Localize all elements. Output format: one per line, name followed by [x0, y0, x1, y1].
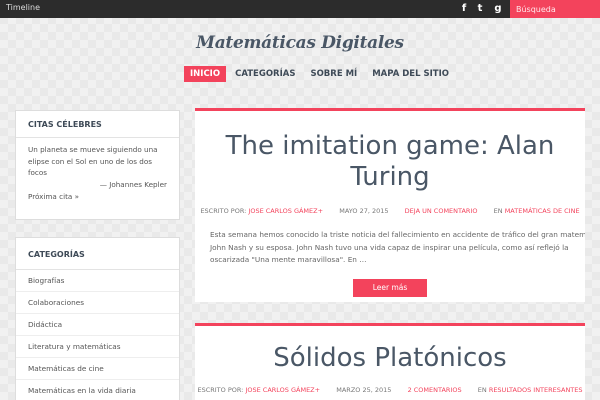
- nav-item-sobre-mi[interactable]: SOBRE MÍ: [304, 66, 363, 82]
- facebook-icon[interactable]: f: [456, 1, 472, 17]
- quote-author: — Johannes Kepler: [99, 179, 167, 189]
- post-category-link[interactable]: MATEMÁTICAS DE CINE: [505, 207, 580, 215]
- category-item[interactable]: Literatura y matemáticas: [16, 336, 179, 358]
- quotes-widget: CITAS CÉLEBRES Un planeta se mueve sigui…: [15, 110, 180, 220]
- excerpt-line: John Nash y su esposa. John Nash tuvo un…: [210, 242, 569, 252]
- category-item[interactable]: Biografías: [16, 270, 179, 292]
- post-author-link[interactable]: JOSE CARLOS GÁMEZ+: [248, 207, 323, 215]
- post-author-link[interactable]: JOSE CARLOS GÁMEZ+: [245, 386, 320, 394]
- categories-widget-title: CATEGORÍAS: [16, 238, 179, 270]
- site-title[interactable]: Matemáticas Digitales: [0, 33, 600, 53]
- nav-item-inicio[interactable]: INICIO: [184, 66, 227, 82]
- written-by-label: ESCRITO POR:: [200, 207, 247, 215]
- post-card: The imitation game: Alan Turing ESCRITO …: [195, 108, 585, 302]
- main-nav: INICIO CATEGORÍAS SOBRE MÍ MAPA DEL SITI…: [184, 66, 458, 82]
- category-item[interactable]: Matemáticas en la vida diaria: [16, 380, 179, 400]
- post-excerpt: Esta semana hemos conocido la triste not…: [195, 229, 585, 267]
- quotes-widget-title: CITAS CÉLEBRES: [16, 111, 179, 138]
- google-plus-icon[interactable]: g: [490, 1, 506, 17]
- search-input[interactable]: [510, 0, 600, 18]
- twitter-icon[interactable]: t: [472, 1, 488, 17]
- post-date: MARZO 25, 2015: [336, 386, 392, 394]
- post-meta: ESCRITO POR: JOSE CARLOS GÁMEZ+ MAYO 27,…: [195, 207, 585, 215]
- in-label: EN: [477, 386, 487, 394]
- post-comments-link[interactable]: 2 COMENTARIOS: [408, 386, 462, 394]
- categories-widget: CATEGORÍAS Biografías Colaboraciones Did…: [15, 237, 180, 400]
- excerpt-line: Esta semana hemos conocido la triste not…: [210, 230, 585, 239]
- top-bar: Timeline f t g: [0, 0, 600, 18]
- category-list: Biografías Colaboraciones Didáctica Lite…: [16, 270, 179, 400]
- quote-text: Un planeta se mueve siguiendo una elipse…: [28, 145, 158, 177]
- post-title[interactable]: The imitation game: Alan Turing: [195, 111, 585, 193]
- post-category-link[interactable]: RESULTADOS INTERESANTES: [489, 386, 583, 394]
- next-quote-link[interactable]: Próxima cita »: [16, 190, 179, 201]
- post-card: Sólidos Platónicos ESCRITO POR: JOSE CAR…: [195, 323, 585, 400]
- read-more-button[interactable]: Leer más: [353, 278, 427, 297]
- nav-item-mapa-del-sitio[interactable]: MAPA DEL SITIO: [366, 66, 455, 82]
- post-title[interactable]: Sólidos Platónicos: [195, 326, 585, 374]
- category-item[interactable]: Didáctica: [16, 314, 179, 336]
- category-item[interactable]: Colaboraciones: [16, 292, 179, 314]
- excerpt-line: oscarizada "Una mente maravillosa". En …: [210, 255, 367, 264]
- post-date: MAYO 27, 2015: [339, 207, 389, 215]
- category-item[interactable]: Matemáticas de cine: [16, 358, 179, 380]
- post-comments-link[interactable]: DEJA UN COMENTARIO: [405, 207, 478, 215]
- in-label: EN: [493, 207, 503, 215]
- written-by-label: ESCRITO POR:: [197, 386, 244, 394]
- post-meta: ESCRITO POR: JOSE CARLOS GÁMEZ+ MARZO 25…: [195, 386, 585, 394]
- timeline-link[interactable]: Timeline: [6, 3, 40, 12]
- nav-item-categorias[interactable]: CATEGORÍAS: [229, 66, 301, 82]
